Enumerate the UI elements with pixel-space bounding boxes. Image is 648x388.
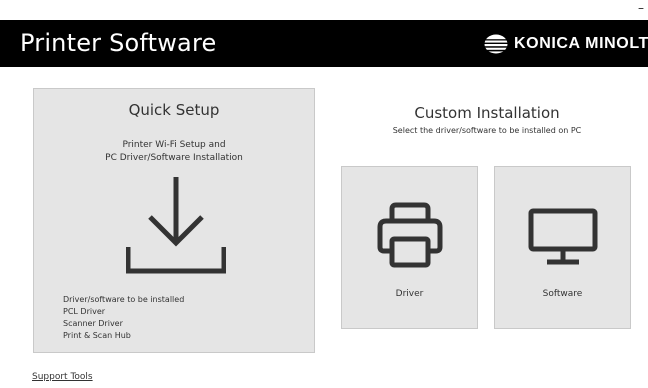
brand-name: KONICA MINOLTA <box>514 35 648 52</box>
list-item: Driver/software to be installed <box>63 295 185 304</box>
brand-logo: KONICA MINOLTA <box>484 33 648 55</box>
custom-installation-subtitle: Select the driver/software to be install… <box>392 126 582 135</box>
list-item: PCL Driver <box>63 307 106 316</box>
list-item: Print & Scan Hub <box>63 331 131 340</box>
software-label: Software <box>542 289 583 299</box>
quick-setup-description-line2: PC Driver/Software Installation <box>105 153 243 163</box>
quick-setup-button[interactable]: Quick Setup Printer Wi-Fi Setup and PC D… <box>33 88 315 353</box>
custom-installation-title: Custom Installation <box>414 104 560 122</box>
quick-setup-description: Printer Wi-Fi Setup and PC Driver/Softwa… <box>34 139 314 165</box>
app-header: Printer Software KONICA MINOLTA <box>0 20 648 67</box>
quick-setup-title: Quick Setup <box>128 101 220 119</box>
konica-minolta-globe-icon <box>484 34 508 54</box>
list-item: Scanner Driver <box>63 319 123 328</box>
printer-icon <box>377 202 443 268</box>
software-button[interactable]: Software <box>494 166 631 329</box>
title-bar: – <box>0 0 648 20</box>
quick-setup-item-list: Driver/software to be installed PCL Driv… <box>63 294 184 342</box>
app-title: Printer Software <box>20 29 217 57</box>
monitor-icon <box>528 208 598 265</box>
support-tools-link[interactable]: Support Tools <box>32 372 93 382</box>
minimize-button[interactable]: – <box>638 2 644 14</box>
driver-label: Driver <box>395 289 424 299</box>
driver-button[interactable]: Driver <box>341 166 478 329</box>
quick-setup-description-line1: Printer Wi-Fi Setup and <box>122 140 226 150</box>
download-icon <box>126 177 226 274</box>
